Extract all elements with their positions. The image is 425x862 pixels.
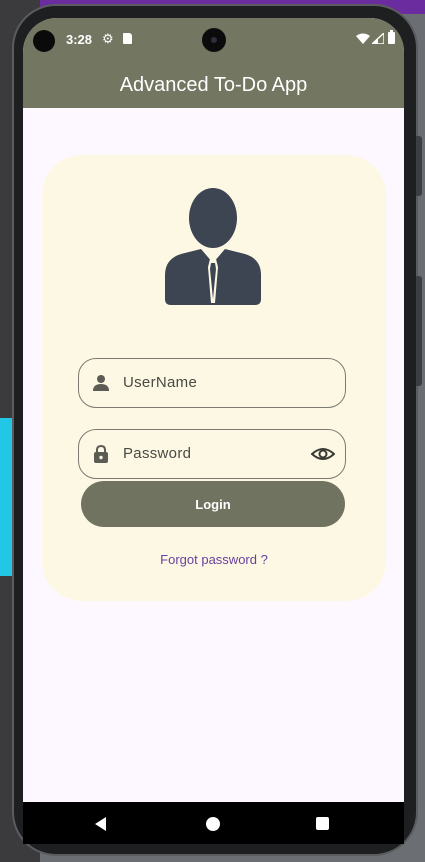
login-card: UserName Password Login Forgot password … [42, 155, 386, 601]
businessman-icon [165, 188, 261, 305]
volume-button [416, 136, 422, 196]
login-button[interactable]: Login [81, 481, 345, 527]
status-bar: 3:28 ⚙ [23, 18, 404, 63]
sd-card-icon [123, 33, 132, 44]
status-time: 3:28 [66, 32, 93, 47]
home-icon[interactable] [206, 817, 220, 831]
navigation-bar [23, 802, 404, 844]
camera-dot [33, 30, 55, 52]
person-icon [93, 375, 109, 391]
front-camera [202, 28, 226, 52]
password-field[interactable]: Password [78, 429, 346, 479]
gear-icon: ⚙ [102, 31, 114, 46]
app-bar: Advanced To-Do App [23, 63, 404, 108]
signal-icon [372, 33, 384, 44]
power-button [416, 276, 422, 386]
wifi-icon [356, 33, 370, 44]
username-field[interactable]: UserName [78, 358, 346, 408]
battery-icon [388, 30, 395, 44]
phone-screen: 3:28 ⚙ Advanced To-Do App UserName Passw… [23, 18, 404, 844]
lock-icon [94, 444, 108, 463]
app-title: Advanced To-Do App [119, 74, 308, 96]
back-icon[interactable] [95, 817, 106, 831]
username-placeholder: UserName [123, 374, 198, 391]
forgot-password-link[interactable]: Forgot password ? [42, 552, 386, 567]
eye-icon[interactable] [311, 444, 335, 464]
password-placeholder: Password [123, 445, 192, 462]
recents-icon[interactable] [316, 817, 329, 830]
login-button-label: Login [195, 496, 231, 512]
